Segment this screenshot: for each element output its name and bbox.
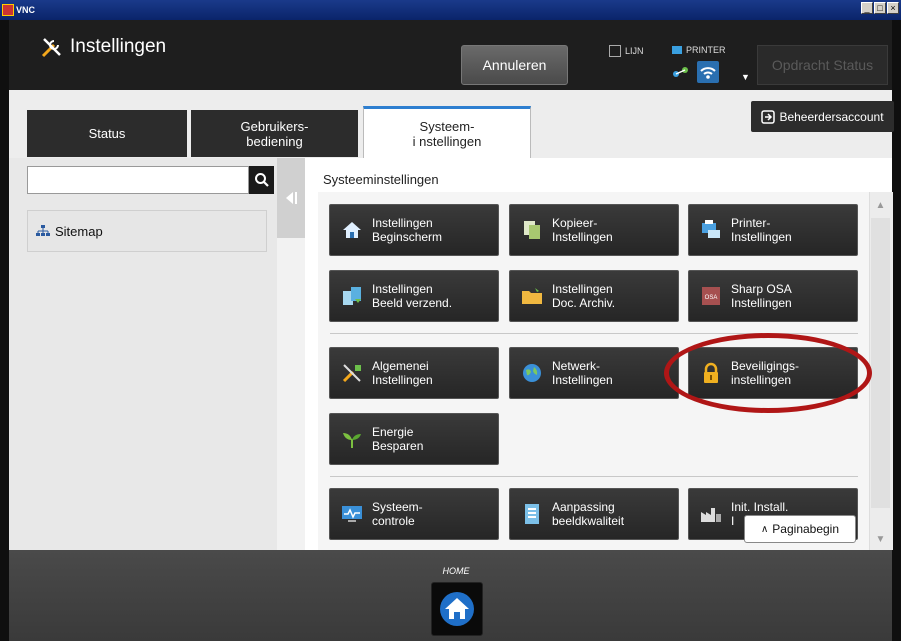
login-icon — [761, 109, 776, 124]
minimize-icon[interactable]: _ — [861, 2, 873, 14]
security-settings-button[interactable]: Beveiligings- instellingen — [688, 347, 858, 399]
general-settings-button[interactable]: Algemenei Instellingen — [329, 347, 499, 399]
tools-icon — [340, 361, 364, 385]
tile-label: Sharp OSA Instellingen — [731, 282, 792, 310]
vnc-logo: VNC — [2, 2, 35, 17]
home-icon — [340, 218, 364, 242]
sitemap-icon — [36, 225, 50, 236]
maximize-icon[interactable]: □ — [874, 2, 886, 14]
vnc-logo-icon — [2, 3, 14, 16]
chevron-up-icon: ∧ — [760, 523, 769, 535]
cancel-button[interactable]: Annuleren — [461, 45, 568, 85]
job-status-button[interactable]: Opdracht Status — [757, 45, 888, 85]
sitemap-link[interactable]: Sitemap — [27, 210, 267, 252]
image-quality-button[interactable]: Aanpassing beeldkwaliteit — [509, 488, 679, 540]
tile-label: Instellingen Beginscherm — [372, 216, 443, 244]
network-settings-button[interactable]: Netwerk- Instellingen — [509, 347, 679, 399]
tile-label: Kopieer- Instellingen — [552, 216, 613, 244]
printer-status-icon — [672, 46, 682, 54]
vnc-app-label: VNC — [16, 4, 36, 15]
tab-status[interactable]: Status — [27, 110, 187, 157]
home-label: HOME — [442, 566, 470, 576]
printer-icon — [699, 218, 723, 242]
close-icon[interactable]: × — [887, 2, 899, 14]
sharp-osa-settings-button[interactable]: OSA Sharp OSA Instellingen — [688, 270, 858, 322]
chevron-down-icon[interactable]: ▼ — [741, 72, 750, 82]
collapse-left-icon — [286, 192, 297, 204]
network-status-icon — [673, 67, 688, 77]
search-input[interactable] — [27, 166, 249, 194]
tab-user-operation[interactable]: Gebruikers- bediening — [191, 110, 358, 157]
tile-label: Instellingen Beeld verzend. — [372, 282, 453, 310]
tile-label: Printer- Instellingen — [731, 216, 792, 244]
frame-left — [0, 20, 9, 641]
separator — [330, 476, 858, 477]
printer-indicator: PRINTER — [672, 45, 726, 55]
tile-label: Instellingen Doc. Archiv. — [552, 282, 616, 310]
document-filing-settings-button[interactable]: Instellingen Doc. Archiv. — [509, 270, 679, 322]
tab-system-settings[interactable]: Systeem- i nstellingen — [363, 106, 531, 158]
tile-label: Netwerk- Instellingen — [552, 359, 613, 387]
folder-icon — [520, 284, 544, 308]
window-controls: _ □ × — [861, 2, 899, 14]
home-icon — [440, 592, 474, 626]
globe-icon — [520, 361, 544, 385]
osa-icon: OSA — [699, 284, 723, 308]
home-screen-settings-button[interactable]: Instellingen Beginscherm — [329, 204, 499, 256]
line-status-icon — [609, 45, 621, 57]
image-send-icon — [340, 284, 364, 308]
admin-account-button[interactable]: Beheerdersaccount — [751, 101, 894, 132]
copy-settings-button[interactable]: Kopieer- Instellingen — [509, 204, 679, 256]
svg-text:OSA: OSA — [705, 295, 718, 301]
tile-label: Beveiligings- instellingen — [731, 359, 800, 387]
page-top-button[interactable]: ∧ Paginabegin — [744, 515, 856, 543]
tile-label: Aanpassing beeldkwaliteit — [552, 500, 625, 528]
search-icon — [254, 173, 269, 187]
admin-account-label: Beheerdersaccount — [779, 109, 884, 124]
energy-save-button[interactable]: Energie Besparen — [329, 413, 499, 465]
page-title-text: Instellingen — [70, 36, 167, 57]
page-title: Instellingen — [40, 35, 166, 59]
scroll-down-icon[interactable]: ▼ — [869, 528, 892, 550]
separator — [330, 333, 858, 334]
tile-label: Systeem- controle — [372, 500, 423, 528]
monitor-icon — [340, 502, 364, 526]
copy-icon — [520, 218, 544, 242]
leaf-icon — [340, 427, 364, 451]
system-control-button[interactable]: Systeem- controle — [329, 488, 499, 540]
wifi-icon[interactable] — [697, 61, 719, 83]
search-button[interactable] — [249, 166, 274, 194]
settings-tools-icon — [41, 38, 61, 58]
line-label: LIJN — [625, 46, 644, 56]
printer-label: PRINTER — [686, 45, 726, 55]
home-button[interactable] — [431, 582, 483, 636]
image-quality-icon — [520, 502, 544, 526]
printer-settings-button[interactable]: Printer- Instellingen — [688, 204, 858, 256]
page-top-label: Paginabegin — [772, 522, 840, 536]
sidebar-collapse-handle[interactable] — [277, 158, 305, 238]
lock-icon — [699, 361, 723, 385]
image-send-settings-button[interactable]: Instellingen Beeld verzend. — [329, 270, 499, 322]
section-title: Systeeminstellingen — [323, 172, 439, 187]
tile-label: Energie Besparen — [372, 425, 424, 453]
tile-label: Algemenei Instellingen — [372, 359, 433, 387]
sitemap-label: Sitemap — [55, 223, 103, 239]
line-indicator: LIJN — [609, 45, 644, 57]
vnc-title-bar: VNC _ □ × — [0, 0, 901, 20]
scroll-up-icon[interactable]: ▲ — [869, 194, 892, 216]
scrollbar-thumb[interactable] — [871, 218, 890, 508]
factory-icon — [699, 502, 723, 526]
